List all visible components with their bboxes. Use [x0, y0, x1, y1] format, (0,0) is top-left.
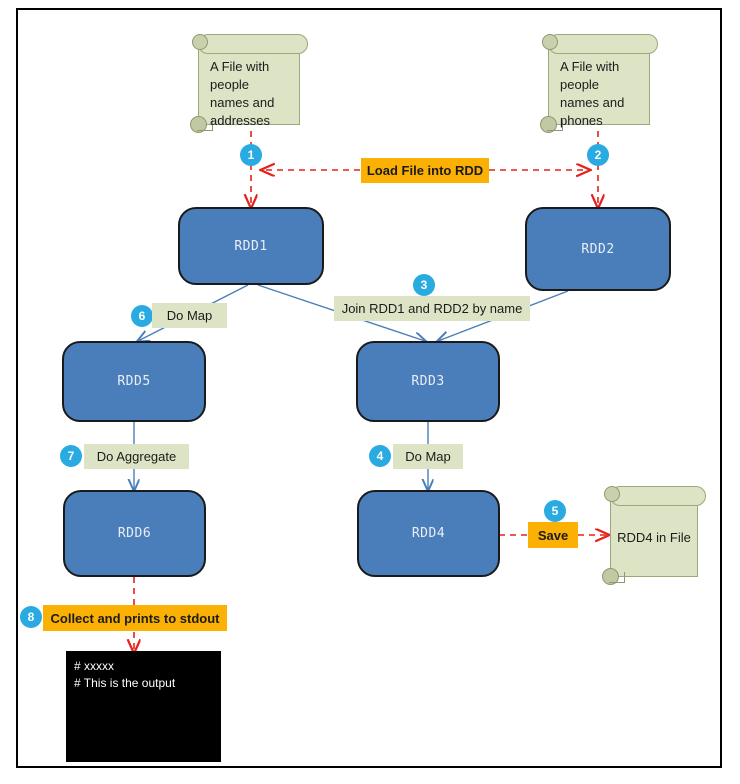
scroll-curl-top-left-icon: [604, 486, 620, 502]
rdd5-node[interactable]: RDD5: [62, 341, 206, 422]
output-file-scroll: RDD4 in File: [600, 482, 708, 587]
file1-line-3: names and: [210, 95, 275, 110]
rdd3-label: RDD3: [411, 374, 445, 389]
rdd4-node[interactable]: RDD4: [357, 490, 500, 577]
terminal-line-1: # xxxxx: [74, 659, 115, 673]
file2-line-2: people: [560, 77, 600, 92]
terminal-line-2: # This is the output: [74, 676, 176, 690]
file1-line-4: addresses: [210, 113, 270, 128]
operation-label-collect: Collect and prints to stdout: [43, 605, 227, 631]
scroll-curl-top-left-icon: [192, 34, 208, 50]
step-badge-8: 8: [20, 606, 42, 628]
file2-line-3: names and: [560, 95, 625, 110]
file1-line-1: A File with: [210, 59, 270, 74]
scroll-top-roll: [548, 34, 658, 54]
scroll-curl-top-left-icon: [542, 34, 558, 50]
source-file-2-text: A File with people names and phones: [560, 58, 646, 130]
rdd3-node[interactable]: RDD3: [356, 341, 500, 422]
scroll-bottom-lip: [609, 572, 625, 583]
rdd2-label: RDD2: [581, 241, 615, 257]
file2-line-4: phones: [560, 113, 603, 128]
rdd1-node[interactable]: RDD1: [178, 207, 324, 285]
operation-label-load-file: Load File into RDD: [361, 158, 489, 183]
rdd1-label: RDD1: [234, 238, 268, 254]
operation-label-do-map-left: Do Map: [152, 303, 227, 328]
file2-line-1: A File with: [560, 59, 620, 74]
operation-label-do-aggregate: Do Aggregate: [84, 444, 189, 469]
step-badge-1: 1: [240, 144, 262, 166]
operation-label-join: Join RDD1 and RDD2 by name: [334, 296, 530, 321]
rdd6-node[interactable]: RDD6: [63, 490, 206, 577]
source-file-1-text: A File with people names and addresses: [210, 58, 296, 130]
source-file-1-scroll: A File with people names and addresses: [188, 30, 310, 135]
scroll-body: RDD4 in File: [610, 498, 698, 577]
step-badge-2: 2: [587, 144, 609, 166]
step-badge-4: 4: [369, 445, 391, 467]
step-badge-6: 6: [131, 305, 153, 327]
rdd6-label: RDD6: [117, 526, 152, 541]
step-badge-7: 7: [60, 445, 82, 467]
rdd2-node[interactable]: RDD2: [525, 207, 671, 291]
file1-line-2: people: [210, 77, 250, 92]
scroll-top-roll: [610, 486, 706, 506]
diagram-canvas: A File with people names and addresses A…: [0, 0, 740, 784]
scroll-top-roll: [198, 34, 308, 54]
terminal-output-panel: # xxxxx # This is the output: [66, 651, 221, 762]
rdd5-label: RDD5: [117, 374, 151, 389]
step-badge-3: 3: [413, 274, 435, 296]
rdd4-label: RDD4: [411, 526, 446, 541]
source-file-2-scroll: A File with people names and phones: [538, 30, 660, 135]
output-file-label: RDD4 in File: [617, 529, 691, 545]
operation-label-save: Save: [528, 522, 578, 548]
step-badge-5: 5: [544, 500, 566, 522]
operation-label-do-map-right: Do Map: [393, 444, 463, 469]
